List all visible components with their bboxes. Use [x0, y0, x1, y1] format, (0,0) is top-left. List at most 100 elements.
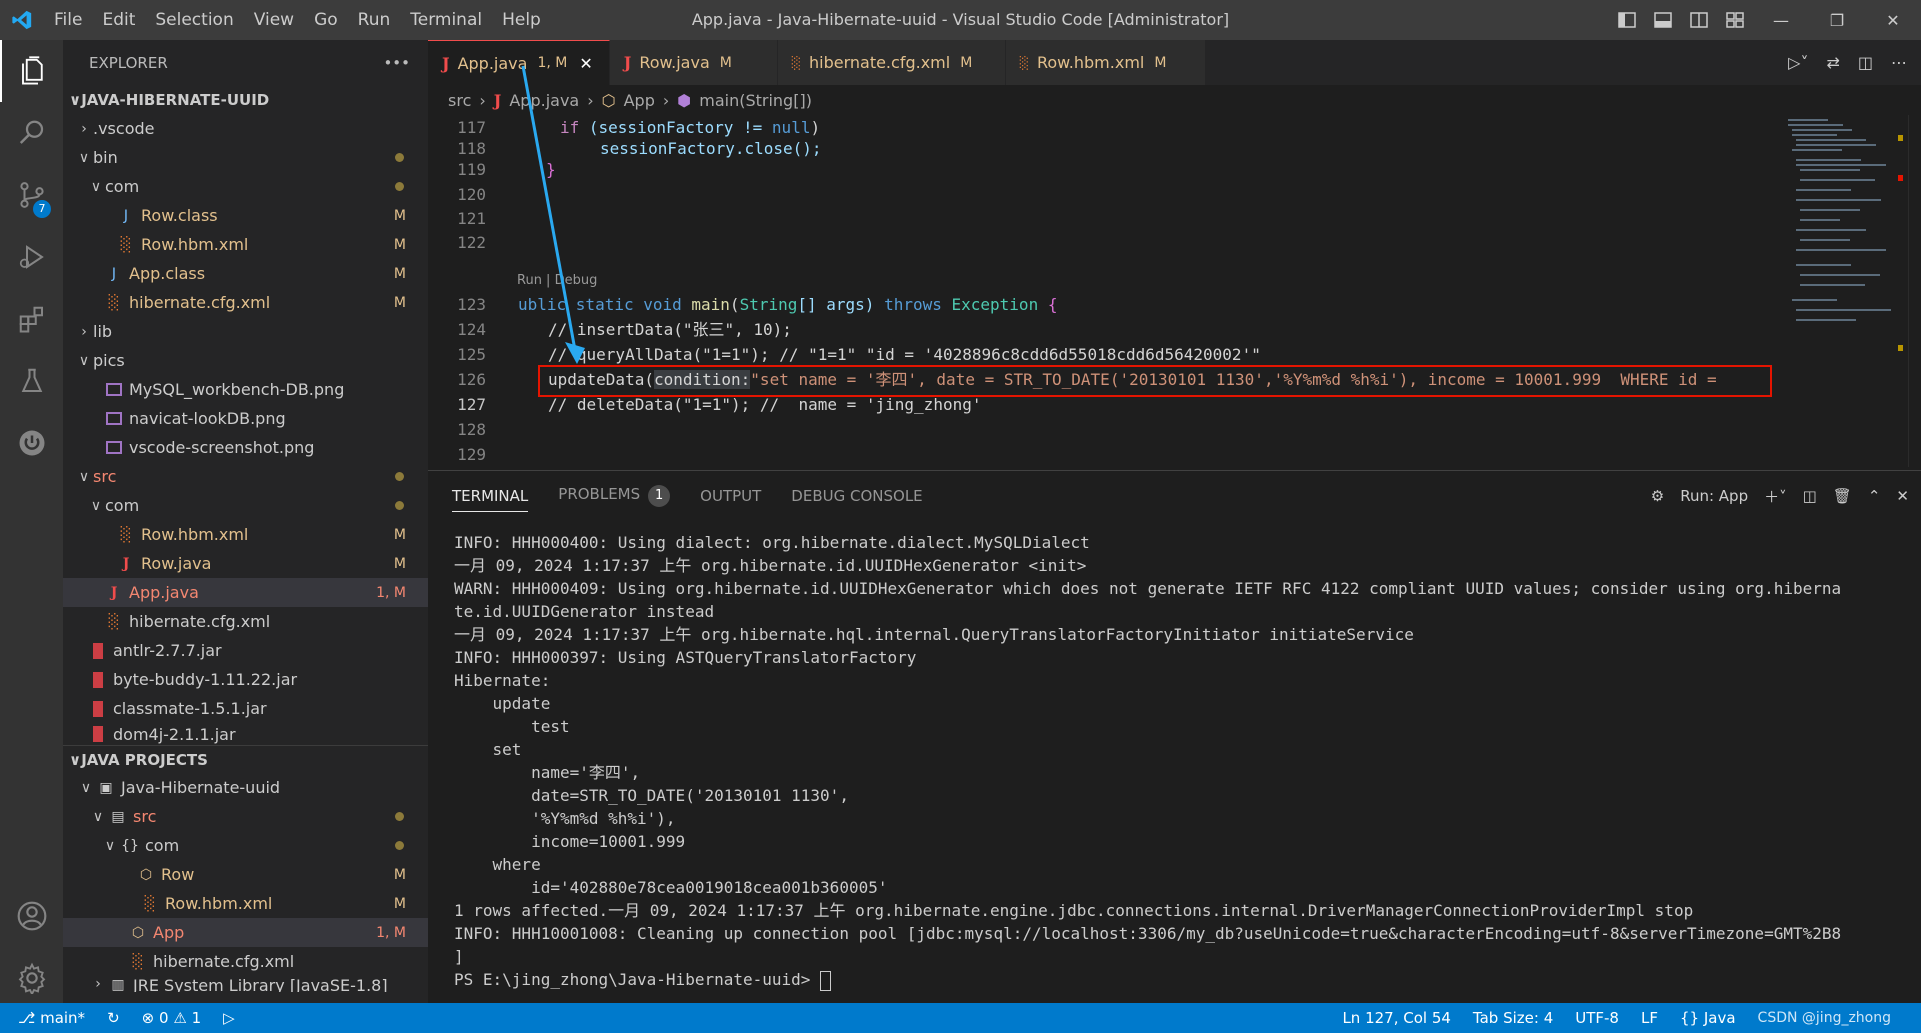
- java-class-row[interactable]: ⬡ Row M: [63, 860, 428, 889]
- java-projects-title: JAVA PROJECTS: [81, 750, 208, 769]
- sync-icon[interactable]: ↻: [107, 1009, 120, 1027]
- run-play-icon[interactable]: ▷˅: [1788, 53, 1808, 72]
- minimize-icon[interactable]: —: [1753, 0, 1809, 40]
- tab-row-java[interactable]: J Row.java M: [609, 40, 778, 85]
- line-ending[interactable]: LF: [1641, 1009, 1658, 1027]
- tree-file-classmate-jar[interactable]: classmate-1.5.1.jar: [63, 694, 428, 723]
- explorer-icon[interactable]: [0, 40, 63, 102]
- tree-file-app-class[interactable]: J App.class M: [63, 259, 428, 288]
- menu-file[interactable]: File: [44, 0, 92, 40]
- tree-folder-src-com[interactable]: ∨ com: [63, 491, 428, 520]
- tree-label: Row: [161, 865, 195, 884]
- tree-folder-vscode[interactable]: › .vscode: [63, 114, 428, 143]
- accounts-icon[interactable]: [0, 885, 63, 947]
- toggle-sidebar-icon[interactable]: [1609, 0, 1645, 40]
- menu-edit[interactable]: Edit: [92, 0, 145, 40]
- menu-go[interactable]: Go: [304, 0, 348, 40]
- tree-file-row-hbm-xml[interactable]: ░ Row.hbm.xml M: [63, 230, 428, 259]
- search-icon[interactable]: [0, 102, 63, 164]
- tree-label: dom4j-2.1.1.jar: [113, 724, 236, 744]
- toggle-panel-icon[interactable]: [1645, 0, 1681, 40]
- java-projects-header[interactable]: ∨ JAVA PROJECTS: [63, 745, 428, 773]
- breadcrumb-method[interactable]: main(String[]): [699, 91, 812, 110]
- customize-layout-icon[interactable]: [1717, 0, 1753, 40]
- tree-file-bytebuddy-jar[interactable]: byte-buddy-1.11.22.jar: [63, 665, 428, 694]
- testing-icon[interactable]: [0, 350, 63, 412]
- branch-name: main*: [40, 1009, 86, 1027]
- tab-size[interactable]: Tab Size: 4: [1473, 1009, 1553, 1027]
- menu-help[interactable]: Help: [492, 0, 551, 40]
- jar-file-icon: [87, 671, 109, 689]
- encoding[interactable]: UTF-8: [1575, 1009, 1619, 1027]
- tree-file-app-java[interactable]: J App.java 1, M: [63, 578, 428, 607]
- title-bar: File Edit Selection View Go Run Terminal…: [0, 0, 1921, 40]
- java-jre-library[interactable]: › ▥ JRE System Library [JavaSE-1.8]: [63, 976, 428, 992]
- tab-row-hbm[interactable]: ░ Row.hbm.xml M: [1005, 40, 1206, 85]
- language-mode[interactable]: {} Java: [1680, 1009, 1736, 1027]
- extensions-icon[interactable]: [0, 288, 63, 350]
- tab-debug-console[interactable]: DEBUG CONSOLE: [791, 487, 922, 505]
- tab-terminal[interactable]: TERMINAL: [452, 487, 529, 512]
- more-actions-icon[interactable]: •••: [383, 54, 410, 72]
- tab-output[interactable]: OUTPUT: [700, 487, 761, 505]
- breadcrumb-class[interactable]: App: [624, 91, 655, 110]
- java-file-row-hbm[interactable]: ░ Row.hbm.xml M: [63, 889, 428, 918]
- code-editor[interactable]: 117 if (sessionFactory != null) 118 sessio…: [428, 115, 1778, 467]
- close-window-icon[interactable]: ✕: [1865, 0, 1921, 40]
- restore-icon[interactable]: ❐: [1809, 0, 1865, 40]
- split-editor-icon[interactable]: ◫: [1858, 53, 1873, 72]
- open-changes-icon[interactable]: ⇄: [1826, 53, 1839, 72]
- tree-file-src-row-hbm[interactable]: ░ Row.hbm.xml M: [63, 520, 428, 549]
- menu-run[interactable]: Run: [348, 0, 401, 40]
- chevron-down-icon: ∨: [104, 837, 116, 854]
- breadcrumb-src[interactable]: src: [448, 91, 471, 110]
- power-icon[interactable]: [0, 412, 63, 474]
- editor-scrollbar[interactable]: [1908, 115, 1921, 467]
- tree-file-src-hibernate-cfg[interactable]: ░ hibernate.cfg.xml: [63, 607, 428, 636]
- minimap[interactable]: [1778, 115, 1908, 467]
- tab-problems[interactable]: PROBLEMS 1: [558, 485, 671, 507]
- cursor-position[interactable]: Ln 127, Col 54: [1342, 1009, 1450, 1027]
- menu-view[interactable]: View: [244, 0, 304, 40]
- source-control-icon[interactable]: 7: [0, 164, 63, 226]
- split-terminal-icon[interactable]: ◫: [1803, 487, 1817, 505]
- java-package-com[interactable]: ∨ {} com: [63, 831, 428, 860]
- tree-file-antlr-jar[interactable]: antlr-2.7.7.jar: [63, 636, 428, 665]
- maximize-panel-icon[interactable]: ⌃: [1868, 487, 1881, 505]
- more-actions-icon[interactable]: ⋯: [1891, 53, 1907, 72]
- menu-selection[interactable]: Selection: [145, 0, 243, 40]
- tab-hibernate-cfg[interactable]: ░ hibernate.cfg.xml M: [777, 40, 1006, 85]
- line-number: 122: [457, 233, 486, 252]
- tree-file-mysql-png[interactable]: MySQL_workbench-DB.png: [63, 375, 428, 404]
- run-debug-icon[interactable]: [0, 226, 63, 288]
- tree-file-dom4j-jar[interactable]: dom4j-2.1.1.jar: [63, 723, 428, 745]
- new-terminal-icon[interactable]: ＋˅: [1764, 486, 1787, 507]
- code-line: 125 // queryAllData("1=1"); // "1=1" "id …: [428, 342, 1778, 367]
- tree-file-navicat-png[interactable]: navicat-lookDB.png: [63, 404, 428, 433]
- java-src-folder[interactable]: ∨ ▤ src: [63, 802, 428, 831]
- run-debug-status-icon[interactable]: ▷: [223, 1009, 235, 1027]
- tree-file-row-class[interactable]: J Row.class M: [63, 201, 428, 230]
- menu-terminal[interactable]: Terminal: [400, 0, 492, 40]
- project-section-header[interactable]: ∨ JAVA-HIBERNATE-UUID: [63, 86, 428, 114]
- kill-terminal-icon[interactable]: 🗑: [1833, 487, 1852, 505]
- tree-folder-bin[interactable]: ∨ bin: [63, 143, 428, 172]
- java-class-app[interactable]: ⬡ App 1, M: [63, 918, 428, 947]
- terminal-selector[interactable]: Run: App: [1680, 487, 1748, 505]
- toggle-secondary-sidebar-icon[interactable]: [1681, 0, 1717, 40]
- tree-file-hibernate-cfg-bin[interactable]: ░ hibernate.cfg.xml M: [63, 288, 428, 317]
- java-project-root[interactable]: ∨ ▣ Java-Hibernate-uuid: [63, 773, 428, 802]
- tree-file-vscode-png[interactable]: vscode-screenshot.png: [63, 433, 428, 462]
- java-file-hibernate-cfg[interactable]: ░ hibernate.cfg.xml: [63, 947, 428, 976]
- error-icon: ⊗: [141, 1009, 155, 1027]
- tree-folder-src[interactable]: ∨ src: [63, 462, 428, 491]
- terminal-output[interactable]: INFO: HHH000400: Using dialect: org.hibe…: [454, 531, 1904, 991]
- problems-status[interactable]: ⊗ 0 ⚠ 1: [142, 1009, 201, 1027]
- tree-file-row-java[interactable]: J Row.java M: [63, 549, 428, 578]
- settings-gear-icon[interactable]: [0, 947, 63, 1009]
- tree-folder-pics[interactable]: ∨ pics: [63, 346, 428, 375]
- tree-folder-bin-com[interactable]: ∨ com: [63, 172, 428, 201]
- close-panel-icon[interactable]: ✕: [1896, 487, 1909, 505]
- tree-folder-lib[interactable]: › lib: [63, 317, 428, 346]
- branch-status[interactable]: ⎇ main*: [18, 1009, 85, 1027]
